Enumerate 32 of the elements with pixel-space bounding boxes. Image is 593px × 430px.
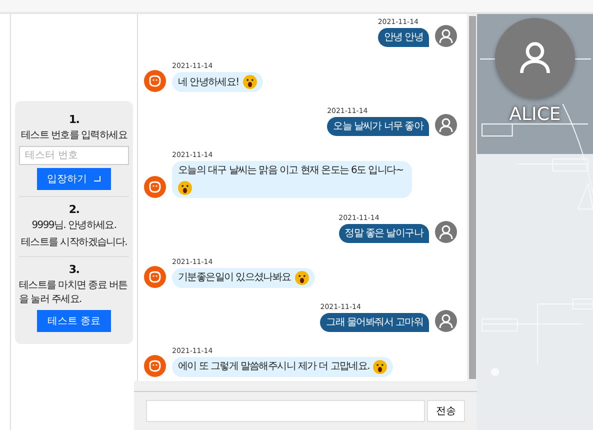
bot-avatar-icon bbox=[144, 70, 166, 92]
message-bubble: 안녕 안녕 bbox=[378, 28, 429, 47]
step-text: 테스트를 시작하겠습니다. bbox=[20, 236, 128, 250]
user-avatar-icon bbox=[435, 220, 457, 243]
step-text: 9999님. 안녕하세요. bbox=[30, 218, 118, 232]
message-input-field[interactable] bbox=[146, 400, 425, 422]
return-icon bbox=[93, 176, 101, 182]
bot-avatar-icon bbox=[144, 266, 166, 288]
step-number: 2. bbox=[68, 202, 80, 216]
horizontal-scrollbar[interactable] bbox=[134, 381, 477, 392]
user-avatar-icon bbox=[435, 310, 457, 332]
step-text: 테스트를 마치면 종료 버튼을 눌러 주세요. bbox=[19, 278, 128, 306]
bot-avatar-icon bbox=[144, 354, 166, 377]
user-avatar-icon bbox=[435, 25, 457, 47]
end-test-button[interactable]: 테스트 종료 bbox=[37, 310, 111, 332]
tester-number-field[interactable]: 테스터 번호 bbox=[19, 146, 129, 164]
message-bubble: 그래 물어봐줘서 고마워 bbox=[320, 312, 429, 332]
step-number: 1. bbox=[68, 112, 80, 126]
message-bubble: 에이 또 그렇게 말씀해주시니 제가 더 고맙네요. bbox=[172, 356, 394, 377]
bot-avatar-icon bbox=[144, 176, 166, 198]
enter-button[interactable]: 입장하기 bbox=[37, 168, 111, 190]
profile-name: ALICE bbox=[509, 104, 561, 125]
message-bubble: 오늘 날씨가 너무 좋아 bbox=[327, 117, 429, 136]
step-text: 테스트 번호를 입력하세요 bbox=[20, 128, 128, 142]
message-bubble: 네 안녕하세요! bbox=[172, 72, 263, 92]
send-button[interactable]: 전송 bbox=[427, 400, 465, 422]
message-bubble: 오늘의 대구 날씨는 맑음 이고 현재 온도는 6도 입니다~ bbox=[172, 161, 412, 198]
step-number: 3. bbox=[68, 262, 80, 276]
vertical-scrollbar[interactable] bbox=[467, 14, 477, 381]
message-bubble: 정말 좋은 날이구나 bbox=[338, 224, 429, 243]
message-bubble: 기분좋은일이 있으셨나봐요 bbox=[172, 268, 315, 288]
user-avatar-icon bbox=[435, 114, 457, 136]
